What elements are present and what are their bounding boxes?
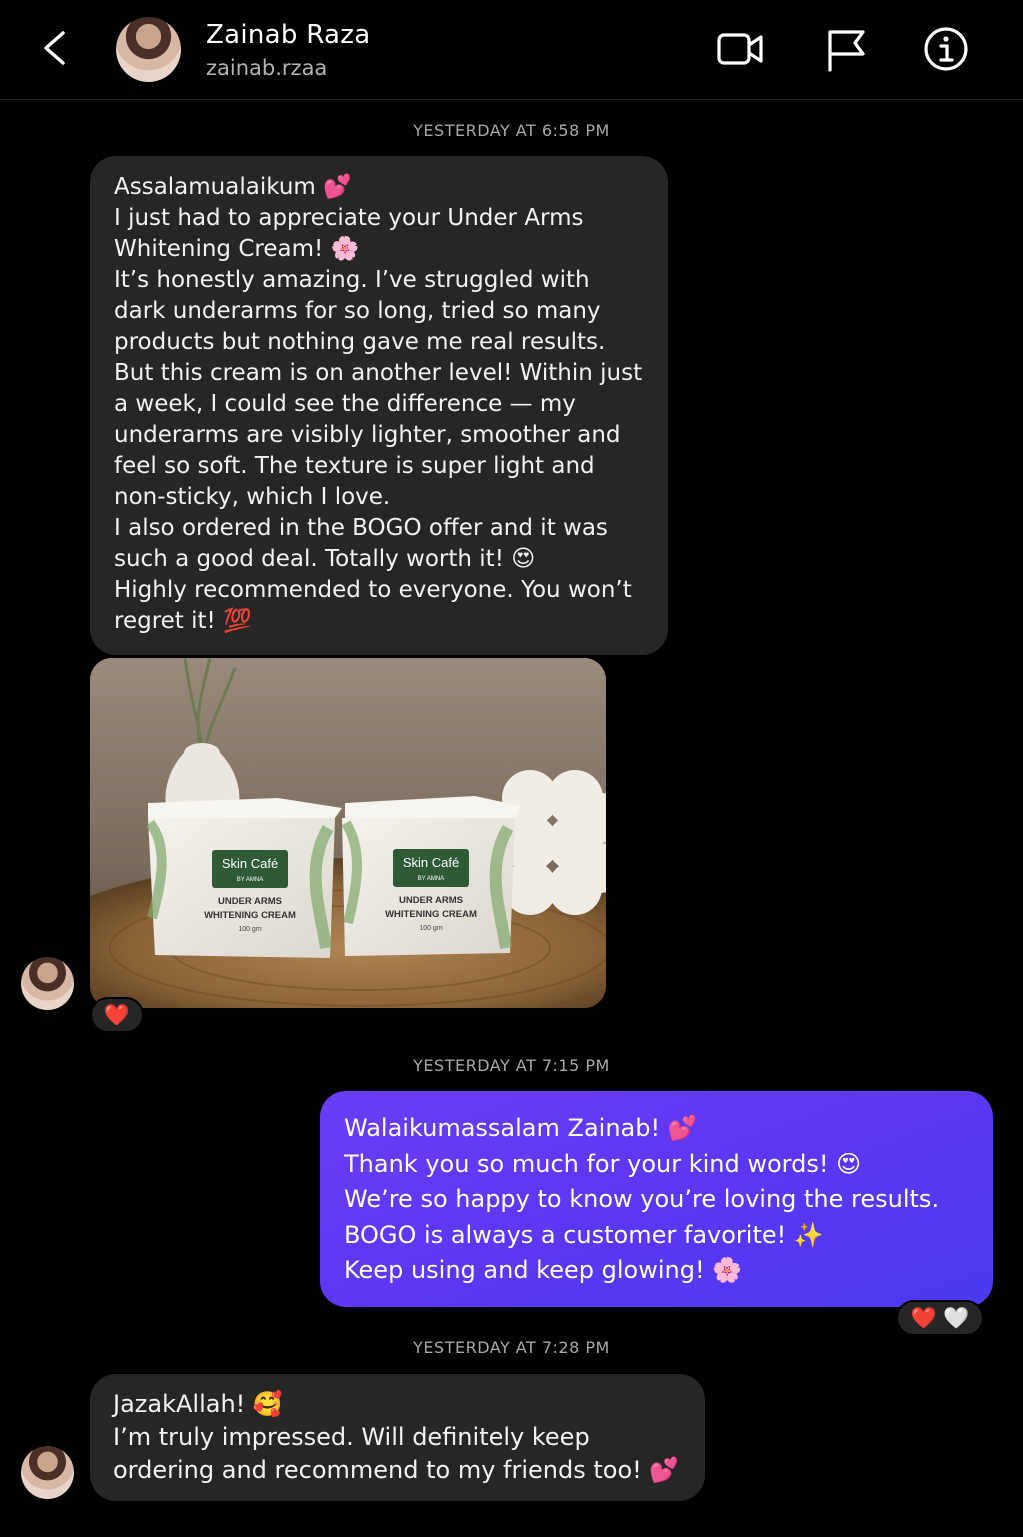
incoming-message[interactable]: Assalamualaikum 💕 I just had to apprecia… xyxy=(90,156,668,655)
box2-title-1: UNDER ARMS xyxy=(399,895,463,906)
box2-sub: BY AMNA xyxy=(418,876,445,882)
timestamp: YESTERDAY AT 7:15 PM xyxy=(413,1056,610,1075)
box1-brand: Skin Café xyxy=(222,856,278,871)
flag-icon[interactable] xyxy=(823,26,871,72)
product-photo: Skin Café BY AMNA UNDER ARMS WHITENING C… xyxy=(90,658,606,1008)
heart-reaction: ❤️ xyxy=(103,1002,131,1027)
red-heart-reaction: ❤️ xyxy=(910,1305,937,1330)
conversation-header: Zainab Raza zainab.rzaa xyxy=(0,0,1023,100)
box2-brand: Skin Café xyxy=(403,855,459,870)
box1-sub: BY AMNA xyxy=(237,877,264,883)
box2-title-2: WHITENING CREAM xyxy=(385,909,477,920)
timestamp: YESTERDAY AT 6:58 PM xyxy=(413,121,610,140)
back-icon[interactable] xyxy=(38,28,74,68)
reaction-badge[interactable]: ❤️ xyxy=(90,997,144,1033)
contact-handle[interactable]: zainab.rzaa xyxy=(206,56,327,80)
photo-message[interactable]: Skin Café BY AMNA UNDER ARMS WHITENING C… xyxy=(90,658,606,1008)
box1-title-1: UNDER ARMS xyxy=(218,896,282,907)
contact-name[interactable]: Zainab Raza xyxy=(206,20,370,50)
incoming-message[interactable]: JazakAllah! 🥰 I’m truly impressed. Will … xyxy=(90,1374,705,1501)
box1-title-2: WHITENING CREAM xyxy=(204,910,296,921)
white-heart-reaction: 🤍 xyxy=(943,1305,970,1330)
outgoing-message[interactable]: Walaikumassalam Zainab! 💕 Thank you so m… xyxy=(320,1091,993,1307)
timestamp: YESTERDAY AT 7:28 PM xyxy=(413,1338,610,1357)
info-icon[interactable] xyxy=(922,26,970,72)
video-call-icon[interactable] xyxy=(716,26,764,72)
box2-weight: 100 gm xyxy=(419,925,443,932)
contact-avatar[interactable] xyxy=(116,17,181,82)
reaction-badge[interactable]: ❤️ 🤍 xyxy=(896,1300,984,1336)
sender-avatar[interactable] xyxy=(21,957,74,1010)
sender-avatar[interactable] xyxy=(21,1446,74,1499)
box1-weight: 100 gm xyxy=(238,926,262,933)
